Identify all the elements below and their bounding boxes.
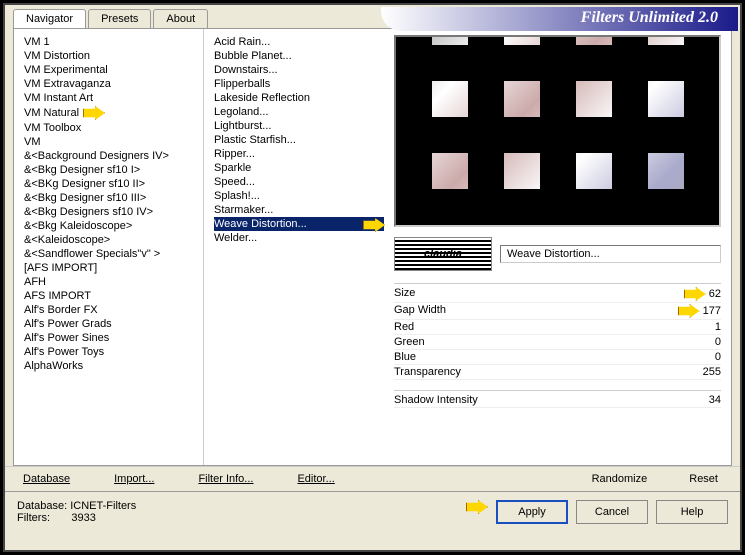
param-label: Size [394, 287, 415, 301]
preview-and-params: claudia Weave Distortion... Size 62Gap W… [384, 29, 731, 465]
filter-item[interactable]: Speed... [214, 175, 384, 189]
category-item[interactable]: &<Bkg Kaleidoscope> [24, 219, 203, 233]
category-item[interactable]: VM Distortion [24, 49, 203, 63]
author-logo: claudia [394, 237, 492, 271]
tab-presets[interactable]: Presets [88, 9, 151, 28]
app-window: Filters Unlimited 2.0 Navigator Presets … [3, 3, 742, 552]
param-label: Gap Width [394, 304, 446, 318]
param-value: 62 [706, 288, 721, 300]
param-value: 0 [715, 336, 721, 348]
import-button[interactable]: Import... [104, 471, 164, 487]
param-value: 1 [715, 321, 721, 333]
filter-item[interactable]: Downstairs... [214, 63, 384, 77]
filter-info-button[interactable]: Filter Info... [188, 471, 263, 487]
category-item[interactable]: VM Toolbox [24, 121, 203, 135]
filter-item[interactable]: Starmaker... [214, 203, 384, 217]
param-label: Red [394, 321, 414, 333]
filter-item[interactable]: Ripper... [214, 147, 384, 161]
param-shadow-intensity[interactable]: Shadow Intensity 34 [394, 390, 721, 408]
category-item[interactable]: VM Instant Art [24, 91, 203, 105]
parameter-list: Size 62Gap Width 177Red 1Green 0Blue 0Tr… [394, 283, 721, 380]
filter-item[interactable]: Welder... [214, 231, 384, 245]
category-item[interactable]: &<Bkg Designer sf10 I> [24, 163, 203, 177]
param-row[interactable]: Gap Width 177 [394, 303, 721, 320]
param-label: Blue [394, 351, 416, 363]
help-button[interactable]: Help [656, 500, 728, 524]
category-item[interactable]: Alf's Power Toys [24, 345, 203, 359]
param-value: 177 [700, 305, 721, 317]
filter-item[interactable]: Lakeside Reflection [214, 91, 384, 105]
preview-image [394, 35, 721, 227]
status-bar: Database: ICNET-Filters Filters: 3933 Ap… [5, 491, 740, 532]
category-item[interactable]: AFS IMPORT [24, 289, 203, 303]
pointer-icon [684, 287, 706, 301]
category-item[interactable]: VM Natural [24, 105, 203, 121]
category-list[interactable]: VM 1VM DistortionVM ExperimentalVM Extra… [14, 29, 204, 465]
param-row[interactable]: Red 1 [394, 320, 721, 335]
category-item[interactable]: &<Sandflower Specials"v" > [24, 247, 203, 261]
cancel-button[interactable]: Cancel [576, 500, 648, 524]
param-label: Green [394, 336, 425, 348]
filter-item[interactable]: Acid Rain... [214, 35, 384, 49]
category-item[interactable]: VM 1 [24, 35, 203, 49]
app-title: Filters Unlimited 2.0 [381, 7, 738, 31]
param-row[interactable]: Green 0 [394, 335, 721, 350]
param-row[interactable]: Transparency 255 [394, 365, 721, 380]
category-item[interactable]: &<Bkg Designers sf10 IV> [24, 205, 203, 219]
tab-about[interactable]: About [153, 9, 208, 28]
apply-button[interactable]: Apply [496, 500, 568, 524]
pointer-icon [83, 106, 105, 120]
category-item[interactable]: AlphaWorks [24, 359, 203, 373]
param-row[interactable]: Size 62 [394, 286, 721, 303]
param-value: 0 [715, 351, 721, 363]
param-row[interactable]: Blue 0 [394, 350, 721, 365]
lower-toolbar: Database Import... Filter Info... Editor… [5, 466, 740, 491]
category-item[interactable]: VM [24, 135, 203, 149]
category-item[interactable]: AFH [24, 275, 203, 289]
editor-button[interactable]: Editor... [287, 471, 344, 487]
filter-item[interactable]: Plastic Starfish... [214, 133, 384, 147]
tab-navigator[interactable]: Navigator [13, 9, 86, 28]
category-item[interactable]: VM Experimental [24, 63, 203, 77]
pointer-icon [678, 304, 700, 318]
randomize-button[interactable]: Randomize [578, 471, 662, 487]
status-info: Database: ICNET-Filters Filters: 3933 [17, 500, 136, 524]
filter-item[interactable]: Weave Distortion... [214, 217, 384, 231]
filter-name-box: Weave Distortion... [500, 245, 721, 263]
pointer-icon [466, 500, 488, 514]
category-item[interactable]: [AFS IMPORT] [24, 261, 203, 275]
filter-item[interactable]: Bubble Planet... [214, 49, 384, 63]
category-item[interactable]: &<Bkg Designer sf10 III> [24, 191, 203, 205]
filter-item[interactable]: Splash!... [214, 189, 384, 203]
category-item[interactable]: Alf's Power Sines [24, 331, 203, 345]
param-value: 255 [703, 366, 721, 378]
param-label: Shadow Intensity [394, 394, 478, 406]
category-item[interactable]: VM Extravaganza [24, 77, 203, 91]
filter-item[interactable]: Legoland... [214, 105, 384, 119]
param-value: 34 [709, 394, 721, 406]
category-item[interactable]: Alf's Border FX [24, 303, 203, 317]
navigator-panel: VM 1VM DistortionVM ExperimentalVM Extra… [13, 28, 732, 466]
param-label: Transparency [394, 366, 461, 378]
pointer-icon [363, 218, 385, 232]
filter-list[interactable]: Acid Rain...Bubble Planet...Downstairs..… [204, 29, 384, 465]
filter-item[interactable]: Sparkle [214, 161, 384, 175]
category-item[interactable]: &<Background Designers IV> [24, 149, 203, 163]
category-item[interactable]: &<Kaleidoscope> [24, 233, 203, 247]
category-item[interactable]: &<BKg Designer sf10 II> [24, 177, 203, 191]
filter-item[interactable]: Flipperballs [214, 77, 384, 91]
reset-button[interactable]: Reset [675, 471, 732, 487]
category-item[interactable]: Alf's Power Grads [24, 317, 203, 331]
filter-item[interactable]: Lightburst... [214, 119, 384, 133]
database-button[interactable]: Database [13, 471, 80, 487]
